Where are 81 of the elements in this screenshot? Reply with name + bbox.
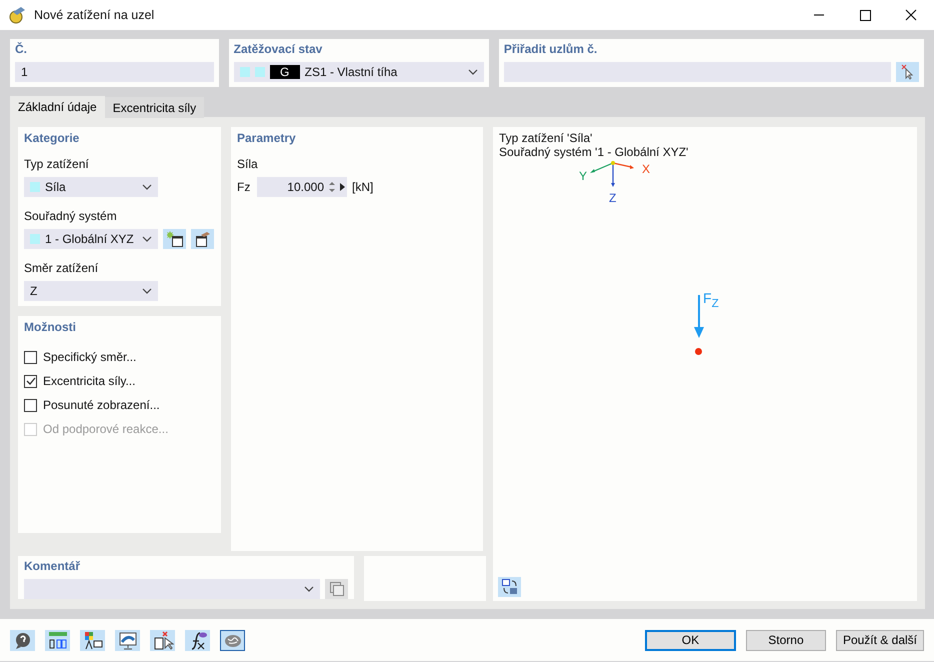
toolbar-button[interactable] [80,630,105,650]
new-button[interactable] [163,229,186,249]
toolbar-button[interactable] [150,630,175,650]
edit-window-icon [194,231,210,247]
dropdown[interactable]: 1 - Globální XYZ [24,229,158,249]
toolbar-button[interactable] [10,630,35,650]
arrow-right-icon [340,183,345,191]
load-case-value: ZS1 - Vlastní tíha [304,65,398,79]
preview-text: Typ zatížení 'Síla' Souřadný systém '1 - Globální XYZ' [499,131,690,159]
field-label: Souřadný systém [24,209,118,223]
swap-view-icon [500,578,518,596]
dropdown-value: Z [30,284,38,298]
parameters-heading: Parametry [237,131,297,145]
checkbox-label: Od podporové reakce... [43,422,168,436]
group-label: Síla [237,157,259,171]
chevron-down-icon [142,288,152,294]
swatch-icon [30,234,40,244]
load-case-dropdown[interactable]: G ZS1 - Vlastní tíha [234,62,484,82]
brain-icon [224,634,240,646]
toolbar-button[interactable] [220,630,245,650]
node-point [695,348,702,355]
dropdown[interactable]: Síla [24,177,158,197]
y-axis-label: Y [579,169,588,183]
category-heading: Kategorie [24,131,80,145]
copy-icon [328,581,344,597]
assign-nodes-label: Přiřadit uzlům č. [504,42,598,56]
checkbox-label: Excentricita síly... [43,374,136,388]
view-toggle-button[interactable] [498,577,521,597]
monitor-icon [119,632,136,649]
checkbox[interactable] [24,374,37,388]
chevron-down-icon [304,586,314,592]
window-title: Nové zatížení na uzel [34,8,154,22]
dialog-button[interactable]: Storno [746,630,826,650]
spin-icon [329,181,335,193]
tab[interactable]: Základní údaje [10,96,105,118]
dialog-button[interactable]: OK [644,630,736,650]
z-axis-label: Z [609,191,616,205]
field-label: Směr zatížení [24,261,100,275]
dropdown[interactable]: Z [24,281,158,301]
swatch-icon [240,67,250,77]
toolbar-button[interactable] [45,630,70,650]
cursor-delete-icon [154,630,174,650]
dialog-button[interactable]: Použít & další [836,630,924,650]
checkbox[interactable] [24,350,37,364]
checkbox-label: Specifický směr... [43,350,136,364]
copy-button[interactable] [325,579,348,599]
options-heading: Možnosti [24,320,77,334]
swatch-icon [30,182,40,192]
load-case-label: Zatěžovací stav [234,42,324,56]
dropdown-value: 1 - Globální XYZ [45,232,134,246]
checkbox[interactable] [24,398,37,412]
chevron-down-icon [468,69,478,75]
swatch-icon [254,67,265,77]
force-arrow [693,295,705,339]
toolbar-button[interactable] [185,630,210,650]
app-icon [8,6,26,24]
dropdown-value: Síla [45,180,66,194]
new-window-icon [166,231,182,247]
action-category-badge: G [270,65,300,79]
help-icon [16,632,30,648]
force-label: F$_{Z}$ [703,290,719,310]
comment-label: Komentář [24,559,82,573]
edit-button[interactable] [191,229,214,249]
chevron-down-icon [142,184,152,190]
formula-icon [191,632,206,650]
checkbox-label: Posunuté zobrazení... [43,398,160,412]
tab[interactable]: Excentricita síly [104,97,204,118]
number-field[interactable]: 1 [15,62,214,82]
number-label: Č. [15,42,28,56]
color-legend-icon [84,632,102,649]
force-value: 10.000 [287,180,324,194]
symbol-label: Fz [237,180,252,194]
toolbar-button[interactable] [115,630,140,650]
field-label: Typ zatížení [24,157,90,171]
x-axis-label: X [642,162,650,176]
pick-nodes-button[interactable] [896,62,920,82]
decimal-places-icon [48,632,66,648]
force-field[interactable]: 10.000 [257,177,347,197]
chevron-down-icon [142,236,152,242]
cursor-delete-icon [900,64,915,80]
unit-label: [kN] [352,180,374,194]
